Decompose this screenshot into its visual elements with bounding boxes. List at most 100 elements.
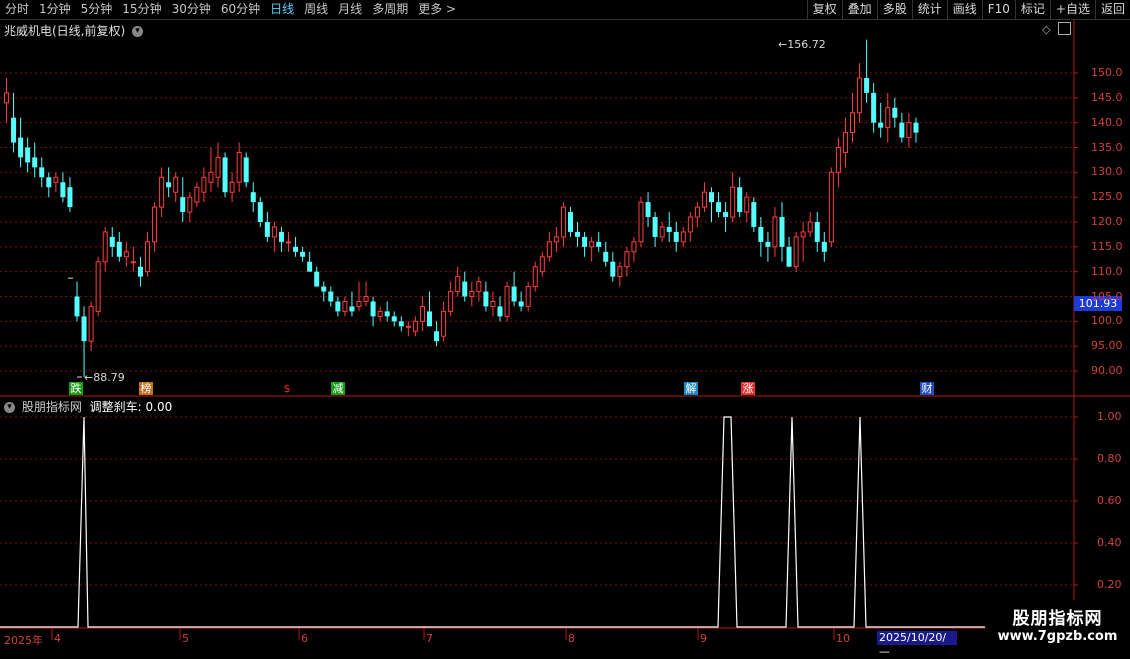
candle-body	[236, 151, 242, 183]
candle-body	[694, 206, 700, 218]
high-price-value: 156.72	[787, 38, 826, 51]
tool-button-2[interactable]: 多股	[876, 0, 912, 19]
indicator-value: 调整刹车: 0.00	[89, 400, 173, 414]
candle-body	[187, 196, 193, 213]
candle-body	[560, 206, 566, 238]
chevron-down-icon[interactable]: ▾	[132, 26, 144, 37]
tool-button-4[interactable]: 画线	[946, 0, 982, 19]
watermark: 股朋指标网 www.7gpzb.com	[985, 600, 1130, 650]
main-chart-title: 兆威机电(日线,前复权) ▾	[4, 22, 144, 39]
period-tabs: 分时 1分钟 5分钟 15分钟 30分钟 60分钟 日线 周线 月线 多周期 更多 >	[0, 0, 461, 19]
candle-body	[814, 222, 820, 242]
candle-body	[546, 241, 552, 258]
month-label: 8	[568, 632, 575, 645]
tool-button-3[interactable]: 统计	[911, 0, 947, 19]
indicator-tick-label: 0.20	[1097, 578, 1122, 591]
diamond-icon[interactable]: ◇	[1042, 23, 1050, 36]
price-tick-label: 115.0	[1091, 239, 1123, 253]
candle-body	[130, 261, 136, 264]
tool-button-0[interactable]: 复权	[806, 0, 842, 19]
candle-body	[864, 77, 870, 93]
period-tab-3[interactable]: 15分钟	[117, 0, 166, 19]
candle-body	[448, 291, 454, 312]
event-marker[interactable]: 涨	[741, 382, 755, 395]
candle-body	[88, 305, 94, 342]
candle-body	[123, 251, 129, 258]
candle-body	[857, 77, 863, 114]
candle-body	[173, 176, 179, 193]
chart-canvas[interactable]	[0, 20, 1130, 650]
candle-body	[222, 157, 228, 193]
tool-button-8[interactable]: 返回	[1094, 0, 1130, 19]
candle-body	[243, 157, 249, 183]
period-tab-1[interactable]: 1分钟	[34, 0, 76, 19]
chevron-down-icon[interactable]: ▾	[4, 402, 15, 413]
period-tab-0[interactable]: 分时	[0, 0, 34, 19]
month-label: 4	[54, 632, 61, 645]
price-tick-label: 110.0	[1091, 264, 1123, 278]
tool-button-6[interactable]: 标记	[1014, 0, 1050, 19]
candle-body	[116, 241, 122, 257]
low-price-value: 88.79	[93, 371, 125, 384]
candle-body	[46, 177, 52, 188]
low-price-label: ←88.79	[84, 371, 125, 384]
candle-body	[469, 291, 475, 297]
price-tick-label: 125.0	[1091, 190, 1123, 204]
candle-body	[610, 261, 616, 277]
candle-body	[335, 301, 341, 312]
event-marker[interactable]: 解	[684, 382, 698, 395]
price-tick-label: 145.0	[1091, 90, 1123, 104]
event-marker[interactable]: 减	[331, 382, 345, 395]
period-tab-9[interactable]: 多周期	[367, 0, 413, 19]
candle-body	[525, 286, 531, 307]
period-tab-10[interactable]: 更多 >	[413, 0, 461, 19]
period-tab-6[interactable]: 日线	[265, 0, 299, 19]
year-label: 2025年	[4, 634, 43, 647]
indicator-tick-label: 0.80	[1097, 452, 1122, 465]
candle-body	[321, 286, 327, 292]
event-marker[interactable]: $	[280, 382, 294, 395]
candle-body	[201, 176, 207, 193]
candle-body	[899, 122, 905, 138]
price-tick-label: 90.00	[1091, 364, 1123, 377]
candle-body	[765, 241, 771, 247]
candle-body	[497, 306, 503, 317]
candle-body	[652, 217, 658, 237]
candle-body	[159, 176, 165, 208]
window-toggle-icon[interactable]	[1058, 22, 1071, 35]
candle-body	[483, 291, 489, 307]
candle-body	[152, 206, 158, 243]
indicator-tick-label: 0.60	[1097, 494, 1122, 507]
candle-body	[786, 246, 792, 267]
period-tab-7[interactable]: 周线	[299, 0, 333, 19]
event-marker[interactable]: 榜	[139, 382, 153, 395]
candle-body	[885, 107, 891, 129]
candle-body	[835, 147, 841, 173]
candle-body	[271, 226, 277, 238]
candle-body	[504, 286, 510, 317]
period-tab-8[interactable]: 月线	[333, 0, 367, 19]
indicator-tick-label: 0.40	[1097, 536, 1122, 549]
tool-button-7[interactable]: +自选	[1049, 0, 1095, 19]
candle-body	[737, 187, 743, 213]
candle-body	[582, 236, 588, 247]
cursor-date: 2025/10/20/—	[877, 631, 957, 658]
period-tab-5[interactable]: 60分钟	[216, 0, 265, 19]
candle-body	[32, 157, 38, 168]
candle-body	[391, 316, 397, 322]
month-label: 7	[426, 632, 433, 645]
candle-body	[913, 122, 919, 133]
candle-body	[257, 202, 263, 222]
candle-body	[821, 241, 827, 252]
event-marker[interactable]: 跌	[69, 382, 83, 395]
candle-body	[300, 251, 306, 257]
candle-body	[659, 226, 665, 238]
tool-button-5[interactable]: F10	[981, 0, 1015, 19]
period-tab-4[interactable]: 30分钟	[167, 0, 216, 19]
price-tick-label: 130.0	[1091, 165, 1123, 179]
event-marker[interactable]: 财	[920, 382, 934, 395]
period-tab-2[interactable]: 5分钟	[76, 0, 118, 19]
candle-body	[384, 311, 390, 317]
tool-button-1[interactable]: 叠加	[841, 0, 877, 19]
candle-body	[377, 310, 383, 317]
